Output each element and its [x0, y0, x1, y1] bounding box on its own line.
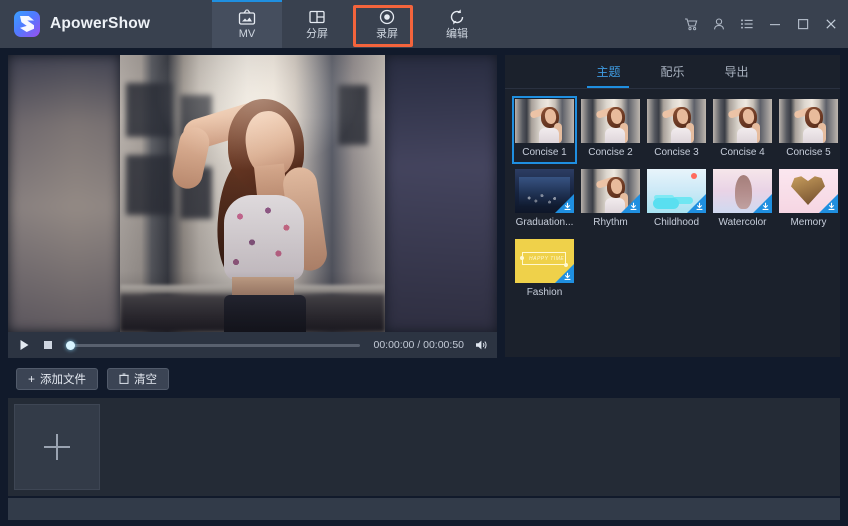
theme-label: Concise 5	[779, 143, 838, 161]
theme-item-fashion[interactable]: HAPPY TIME Fashion	[515, 239, 574, 301]
tab-record-screen[interactable]: 录屏	[352, 0, 422, 48]
cart-icon[interactable]	[684, 17, 698, 31]
theme-thumbnail	[647, 99, 706, 143]
time-display: 00:00:00 / 00:00:50	[374, 339, 465, 351]
menu-icon[interactable]	[740, 17, 754, 31]
tab-music[interactable]: 配乐	[656, 56, 688, 88]
theme-label: Graduation...	[515, 213, 574, 231]
theme-label: Concise 3	[647, 143, 706, 161]
app-logo-area: ApowerShow	[0, 0, 212, 48]
theme-thumbnail	[647, 169, 706, 213]
user-icon[interactable]	[712, 17, 726, 31]
right-panel: 主题 配乐 导出 Concise 1 Concise 2	[505, 55, 840, 357]
progress-handle[interactable]	[66, 341, 75, 350]
theme-thumbnail	[515, 169, 574, 213]
app-title: ApowerShow	[50, 15, 150, 33]
stop-icon[interactable]	[41, 338, 55, 352]
fashion-thumb-text: HAPPY TIME	[529, 256, 564, 262]
add-file-label: 添加文件	[40, 371, 86, 387]
tab-edit[interactable]: 编辑	[422, 0, 492, 48]
volume-icon[interactable]	[474, 338, 488, 352]
add-media-tile[interactable]	[14, 404, 100, 490]
preview-photo	[120, 55, 385, 332]
theme-thumbnail	[581, 169, 640, 213]
theme-item-concise-3[interactable]: Concise 3	[647, 99, 706, 161]
theme-thumbnail	[581, 99, 640, 143]
theme-item-watercolor[interactable]: Watercolor	[713, 169, 772, 231]
refresh-edit-icon	[447, 8, 467, 26]
record-icon	[377, 8, 397, 26]
plus-icon	[44, 434, 70, 460]
theme-thumbnail	[779, 169, 838, 213]
main-nav-tabs: MV 分屏 录屏 编辑	[212, 0, 492, 48]
theme-item-memory[interactable]: Memory	[779, 169, 838, 231]
tab-mv[interactable]: MV	[212, 0, 282, 48]
theme-label: Rhythm	[581, 213, 640, 231]
right-panel-tabs: 主题 配乐 导出	[505, 55, 840, 89]
bottom-strip	[8, 498, 840, 520]
theme-thumbnail	[515, 99, 574, 143]
theme-item-rhythm[interactable]: Rhythm	[581, 169, 640, 231]
preview-letterbox-right	[385, 55, 497, 332]
theme-item-childhood[interactable]: Childhood	[647, 169, 706, 231]
theme-item-concise-2[interactable]: Concise 2	[581, 99, 640, 161]
play-icon[interactable]	[17, 338, 31, 352]
app-window: ApowerShow MV 分屏 录屏	[0, 0, 848, 526]
tab-split-screen-label: 分屏	[306, 29, 328, 40]
apowershow-logo-icon	[14, 11, 40, 37]
plus-icon: +	[28, 373, 35, 385]
title-bar: ApowerShow MV 分屏 录屏	[0, 0, 848, 48]
clear-button[interactable]: 清空	[107, 368, 169, 390]
file-actions: + 添加文件 清空	[8, 366, 497, 392]
theme-item-graduation[interactable]: Graduation...	[515, 169, 574, 231]
tab-split-screen[interactable]: 分屏	[282, 0, 352, 48]
add-file-button[interactable]: + 添加文件	[16, 368, 98, 390]
tab-mv-label: MV	[239, 29, 256, 40]
window-controls	[684, 0, 838, 48]
tab-export[interactable]: 导出	[721, 56, 753, 88]
clear-label: 清空	[134, 371, 157, 387]
minimize-icon[interactable]	[768, 17, 782, 31]
maximize-icon[interactable]	[796, 17, 810, 31]
theme-label: Memory	[779, 213, 838, 231]
preview-letterbox-left	[8, 55, 120, 332]
theme-label: Concise 1	[515, 143, 574, 161]
theme-item-concise-4[interactable]: Concise 4	[713, 99, 772, 161]
tab-record-screen-label: 录屏	[376, 29, 398, 40]
tv-icon	[237, 8, 257, 26]
split-screen-icon	[307, 8, 327, 26]
theme-thumbnail: HAPPY TIME	[515, 239, 574, 283]
theme-item-concise-1[interactable]: Concise 1	[515, 99, 574, 161]
tab-theme[interactable]: 主题	[592, 56, 624, 88]
theme-label: Concise 2	[581, 143, 640, 161]
theme-label: Fashion	[515, 283, 574, 301]
progress-slider[interactable]	[69, 344, 360, 347]
player-controls: 00:00:00 / 00:00:50	[8, 332, 497, 358]
media-tray	[8, 398, 840, 496]
theme-grid: Concise 1 Concise 2 Concise 3 Concise 4	[505, 89, 840, 301]
tab-edit-label: 编辑	[446, 29, 468, 40]
video-preview[interactable]	[8, 55, 497, 332]
theme-thumbnail	[713, 169, 772, 213]
trash-icon	[119, 373, 129, 386]
theme-label: Watercolor	[713, 213, 772, 231]
theme-label: Childhood	[647, 213, 706, 231]
theme-thumbnail	[713, 99, 772, 143]
theme-item-concise-5[interactable]: Concise 5	[779, 99, 838, 161]
theme-label: Concise 4	[713, 143, 772, 161]
theme-thumbnail	[779, 99, 838, 143]
close-icon[interactable]	[824, 17, 838, 31]
